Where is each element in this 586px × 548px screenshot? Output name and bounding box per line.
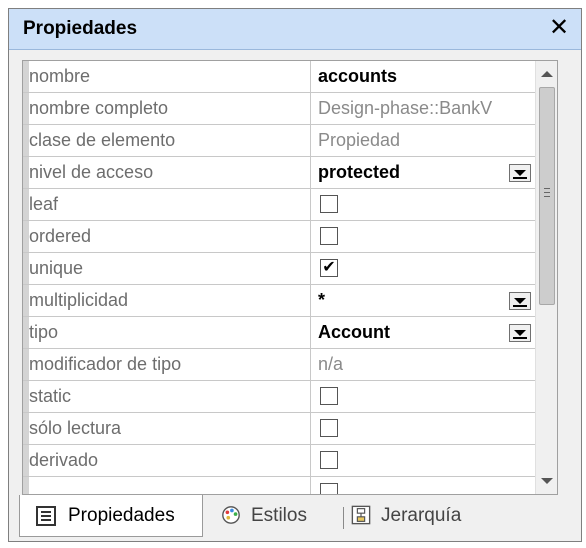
grip-line xyxy=(544,192,550,193)
grip-line xyxy=(544,188,550,189)
property-name: unique xyxy=(23,253,311,284)
property-checkbox-cell[interactable] xyxy=(311,477,535,494)
property-name: nombre completo xyxy=(23,93,311,124)
property-row[interactable]: sólo lectura xyxy=(23,413,535,445)
property-checkbox-cell[interactable] xyxy=(311,381,535,412)
checkbox[interactable] xyxy=(320,387,338,405)
property-value[interactable]: accounts xyxy=(311,61,535,92)
property-row[interactable]: nombre accounts xyxy=(23,61,535,93)
property-value-text: n/a xyxy=(318,354,344,374)
tab-label: Jerarquía xyxy=(381,505,462,526)
property-row[interactable]: nivel de acceso protected xyxy=(23,157,535,189)
property-checkbox-cell[interactable] xyxy=(311,413,535,444)
property-name xyxy=(23,477,311,494)
property-dropdown[interactable]: * xyxy=(311,285,535,316)
property-name: ordered xyxy=(23,221,311,252)
property-name: leaf xyxy=(23,189,311,220)
checkbox[interactable] xyxy=(320,227,338,245)
property-checkbox-cell[interactable] xyxy=(311,445,535,476)
close-icon[interactable]: ✕ xyxy=(545,13,573,43)
dropdown-arrow-icon[interactable] xyxy=(509,324,531,342)
property-row[interactable]: derivado xyxy=(23,445,535,477)
property-name: sólo lectura xyxy=(23,413,311,444)
property-value[interactable]: Design-phase::BankV xyxy=(311,93,535,124)
property-dropdown[interactable]: protected xyxy=(311,157,535,188)
checkbox[interactable] xyxy=(320,483,338,494)
property-name: static xyxy=(23,381,311,412)
property-row[interactable]: unique ✔ xyxy=(23,253,535,285)
property-value[interactable]: Propiedad xyxy=(311,125,535,156)
property-value-text: accounts xyxy=(318,66,398,86)
scroll-down-icon[interactable] xyxy=(536,470,557,494)
tab-propiedades[interactable]: Propiedades xyxy=(19,495,203,537)
properties-panel: Propiedades ✕ nombre accounts nombre compl… xyxy=(8,8,582,542)
property-name: nivel de acceso xyxy=(23,157,311,188)
scroll-up-icon[interactable] xyxy=(536,61,557,85)
property-name: derivado xyxy=(23,445,311,476)
property-checkbox-cell[interactable] xyxy=(311,189,535,220)
dropdown-arrow-icon[interactable] xyxy=(509,164,531,182)
property-grid: nombre accounts nombre completo Design-phas… xyxy=(22,60,558,495)
dropdown-arrow-icon[interactable] xyxy=(509,292,531,310)
tab-label: Estilos xyxy=(251,505,307,526)
tab-divider xyxy=(343,507,344,529)
palette-icon xyxy=(222,506,240,524)
property-row[interactable]: leaf xyxy=(23,189,535,221)
property-row[interactable]: ordered xyxy=(23,221,535,253)
properties-list-icon xyxy=(36,506,56,526)
property-value-text: protected xyxy=(318,162,401,182)
property-name: nombre xyxy=(23,61,311,92)
property-row[interactable]: static xyxy=(23,381,535,413)
panel-title: Propiedades xyxy=(23,18,138,39)
property-name: modificador de tipo xyxy=(23,349,311,380)
panel-titlebar: Propiedades ✕ xyxy=(9,9,581,50)
panel-tabs: Propiedades Estilos Jerarquía xyxy=(9,495,581,541)
tab-estilos[interactable]: Estilos xyxy=(221,495,341,537)
checkbox-checked[interactable]: ✔ xyxy=(320,259,338,277)
tab-label: Propiedades xyxy=(68,505,175,526)
vertical-scrollbar[interactable] xyxy=(535,61,557,494)
property-row[interactable]: tipo Account xyxy=(23,317,535,349)
property-row[interactable]: nombre completo Design-phase::BankV xyxy=(23,93,535,125)
property-row[interactable]: modificador de tipo n/a xyxy=(23,349,535,381)
property-value-text: Propiedad xyxy=(318,130,401,150)
tab-jerarquia[interactable]: Jerarquía xyxy=(351,495,511,537)
hierarchy-icon xyxy=(351,505,371,525)
grip-line xyxy=(544,196,550,197)
checkbox[interactable] xyxy=(320,195,338,213)
property-dropdown[interactable]: Account xyxy=(311,317,535,348)
property-row[interactable] xyxy=(23,477,535,494)
property-value-text: Design-phase::BankV xyxy=(318,98,493,118)
property-row[interactable]: clase de elemento Propiedad xyxy=(23,125,535,157)
property-checkbox-cell[interactable] xyxy=(311,221,535,252)
property-value-text: Account xyxy=(318,322,390,342)
property-checkbox-cell[interactable]: ✔ xyxy=(311,253,535,284)
scroll-thumb[interactable] xyxy=(539,87,555,305)
property-name: tipo xyxy=(23,317,311,348)
checkbox[interactable] xyxy=(320,451,338,469)
property-value[interactable]: n/a xyxy=(311,349,535,380)
property-row[interactable]: multiplicidad * xyxy=(23,285,535,317)
property-name: clase de elemento xyxy=(23,125,311,156)
property-value-text: * xyxy=(318,290,326,310)
checkbox[interactable] xyxy=(320,419,338,437)
property-name: multiplicidad xyxy=(23,285,311,316)
